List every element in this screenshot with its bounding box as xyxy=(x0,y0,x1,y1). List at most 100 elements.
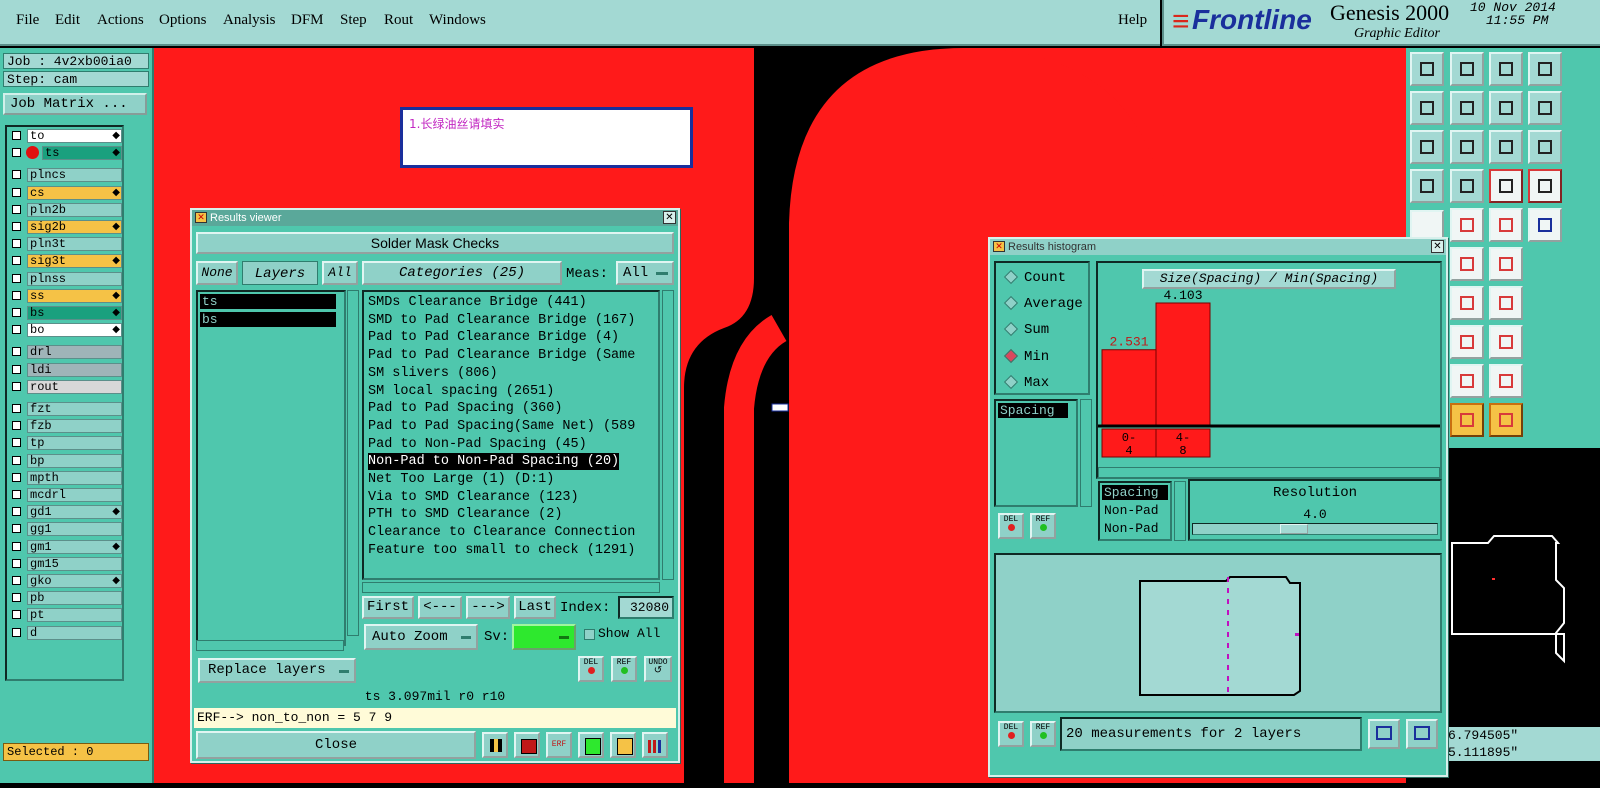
menu-analysis[interactable]: Analysis xyxy=(223,12,276,29)
option-min[interactable]: Min xyxy=(1003,349,1049,365)
layer-checkbox[interactable] xyxy=(12,148,21,158)
close-icon[interactable]: ✕ xyxy=(1431,240,1444,253)
layer-row-cs[interactable]: cs ◆ xyxy=(9,185,122,201)
layer-row-gm15[interactable]: gm15 xyxy=(9,556,122,572)
category-item[interactable]: SM local spacing (2651) xyxy=(368,383,554,400)
menu-options[interactable]: Options xyxy=(159,12,207,29)
layer-name[interactable]: gg1 xyxy=(27,522,122,537)
layer-checkbox[interactable] xyxy=(12,239,21,249)
layer-row-ts[interactable]: ts ◆ xyxy=(9,146,122,161)
category-item[interactable]: Via to SMD Clearance (123) xyxy=(368,489,579,506)
layer-name[interactable]: plnss xyxy=(27,271,122,286)
first-button[interactable]: First xyxy=(362,596,414,619)
option-count[interactable]: Count xyxy=(1003,270,1066,286)
layer-checkbox[interactable] xyxy=(12,490,21,499)
category-item[interactable]: Net Too Large (1) (D:1) xyxy=(368,471,554,488)
layers-scrollbar[interactable] xyxy=(347,290,359,636)
arc-icon[interactable] xyxy=(1450,286,1484,320)
zoom-fit-icon[interactable] xyxy=(1368,719,1400,749)
layer-name[interactable]: gm1 xyxy=(27,539,122,554)
preview-del-button[interactable]: DEL xyxy=(998,721,1024,747)
layer-row-pt[interactable]: pt xyxy=(9,608,122,623)
layer-row-gg1[interactable]: gg1 xyxy=(9,522,122,537)
move-point-icon[interactable] xyxy=(1450,247,1484,281)
layer-checkbox[interactable] xyxy=(12,524,21,534)
option-sum[interactable]: Sum xyxy=(1003,322,1049,338)
layer-row-sig2b[interactable]: sig2b ◆ xyxy=(9,220,122,235)
layer-checkbox[interactable] xyxy=(12,222,21,231)
layer-name[interactable]: plncs xyxy=(27,168,122,183)
measure-type-item[interactable]: Non-Pad xyxy=(1104,503,1159,518)
layer-checkbox[interactable] xyxy=(12,558,21,568)
measure-list-item[interactable]: Spacing xyxy=(998,403,1068,418)
layer-name[interactable]: tp xyxy=(27,436,122,451)
layer-name[interactable]: pln2b xyxy=(27,202,122,217)
layer-checkbox[interactable] xyxy=(12,308,21,317)
layer-row-plncs[interactable]: plncs xyxy=(9,168,122,183)
layer-name[interactable]: mpth xyxy=(27,470,122,485)
last-button[interactable]: Last xyxy=(514,596,556,619)
layer-row-ldi[interactable]: ldi xyxy=(9,362,122,378)
layer-name[interactable]: ss xyxy=(27,288,122,303)
measure-list-scrollbar[interactable] xyxy=(1080,399,1092,507)
measure-type-item[interactable]: Non-Pad xyxy=(1104,521,1159,536)
erf-disabled-icon[interactable]: ERF xyxy=(546,732,572,758)
dim-icon[interactable] xyxy=(1450,325,1484,359)
green-doc-icon[interactable] xyxy=(578,732,604,758)
layer-name[interactable]: bs xyxy=(27,306,122,320)
text-ff-icon[interactable] xyxy=(1489,286,1523,320)
hist-del-button[interactable]: DEL xyxy=(998,513,1024,539)
layer-name[interactable]: pb xyxy=(27,591,122,606)
layer-row-pln3t[interactable]: pln3t xyxy=(9,237,122,252)
option-average[interactable]: Average xyxy=(1003,296,1083,312)
layer-checkbox[interactable] xyxy=(12,541,21,551)
layers-list[interactable]: ts bs xyxy=(196,290,346,646)
layer-checkbox[interactable] xyxy=(12,381,21,391)
measure-list[interactable]: Spacing xyxy=(994,399,1078,507)
layer-row-sig3t[interactable]: sig3t ◆ xyxy=(9,254,122,269)
category-item[interactable]: Clearance to Clearance Connection xyxy=(368,524,635,541)
pan-left-icon[interactable] xyxy=(1410,91,1444,125)
chart-bar-icon[interactable] xyxy=(482,732,508,758)
layer-row-gko[interactable]: gko ◆ xyxy=(9,574,122,589)
edit-box-icon[interactable] xyxy=(1450,208,1484,242)
layer-row-bp[interactable]: bp xyxy=(9,453,122,469)
category-item[interactable]: Non-Pad to Non-Pad Spacing (20) xyxy=(368,453,620,471)
layer-row-bo[interactable]: bo ◆ xyxy=(9,323,122,338)
layer-row-plnss[interactable]: plnss xyxy=(9,271,122,287)
menu-edit[interactable]: Edit xyxy=(55,12,80,29)
layer-name[interactable]: gko xyxy=(27,574,122,588)
triangle-alt-icon[interactable] xyxy=(1450,364,1484,398)
move-point-alt-icon[interactable] xyxy=(1489,247,1523,281)
layer-name[interactable]: gm15 xyxy=(27,556,122,571)
measure-type-item[interactable]: Spacing xyxy=(1102,485,1168,500)
layer-name[interactable]: gd1 xyxy=(27,505,122,520)
histogram-bar[interactable] xyxy=(1101,349,1157,426)
preview-ref-button[interactable]: REF xyxy=(1030,721,1056,747)
option-max[interactable]: Max xyxy=(1003,375,1049,391)
measure-type-list[interactable]: Spacing Non-Pad Non-Pad xyxy=(1098,481,1172,541)
layer-name[interactable]: sig3t xyxy=(27,254,122,269)
layer-row-fzb[interactable]: fzb xyxy=(9,419,122,434)
category-item[interactable]: Pad to Pad Clearance Bridge (Same xyxy=(368,347,635,364)
layer-name[interactable]: bo xyxy=(27,323,122,338)
layer-row-pln2b[interactable]: pln2b xyxy=(9,202,122,218)
del-button[interactable]: DEL xyxy=(578,656,604,682)
window-menu-icon[interactable]: ✕ xyxy=(195,212,207,223)
layer-checkbox[interactable] xyxy=(12,170,21,180)
measure-type-scrollbar[interactable] xyxy=(1174,481,1186,541)
net-icon[interactable] xyxy=(1489,169,1523,203)
window-split-icon[interactable] xyxy=(1528,52,1562,86)
pan-right-icon[interactable] xyxy=(1450,91,1484,125)
undo-button[interactable]: UNDO ↺ xyxy=(644,656,672,682)
close-button[interactable]: Close xyxy=(196,731,476,759)
zoom-in-icon[interactable] xyxy=(1450,130,1484,164)
menu-file[interactable]: File xyxy=(16,12,39,29)
histogram-titlebar[interactable]: ✕ Results histogram ✕ xyxy=(990,239,1446,255)
layer-up-icon[interactable] xyxy=(1410,52,1444,86)
menu-actions[interactable]: Actions xyxy=(97,12,144,29)
layer-name[interactable]: to xyxy=(27,129,122,143)
layer-checkbox[interactable] xyxy=(12,438,21,448)
layer-checkbox[interactable] xyxy=(12,404,21,413)
categories-button[interactable]: Categories (25) xyxy=(362,261,562,285)
